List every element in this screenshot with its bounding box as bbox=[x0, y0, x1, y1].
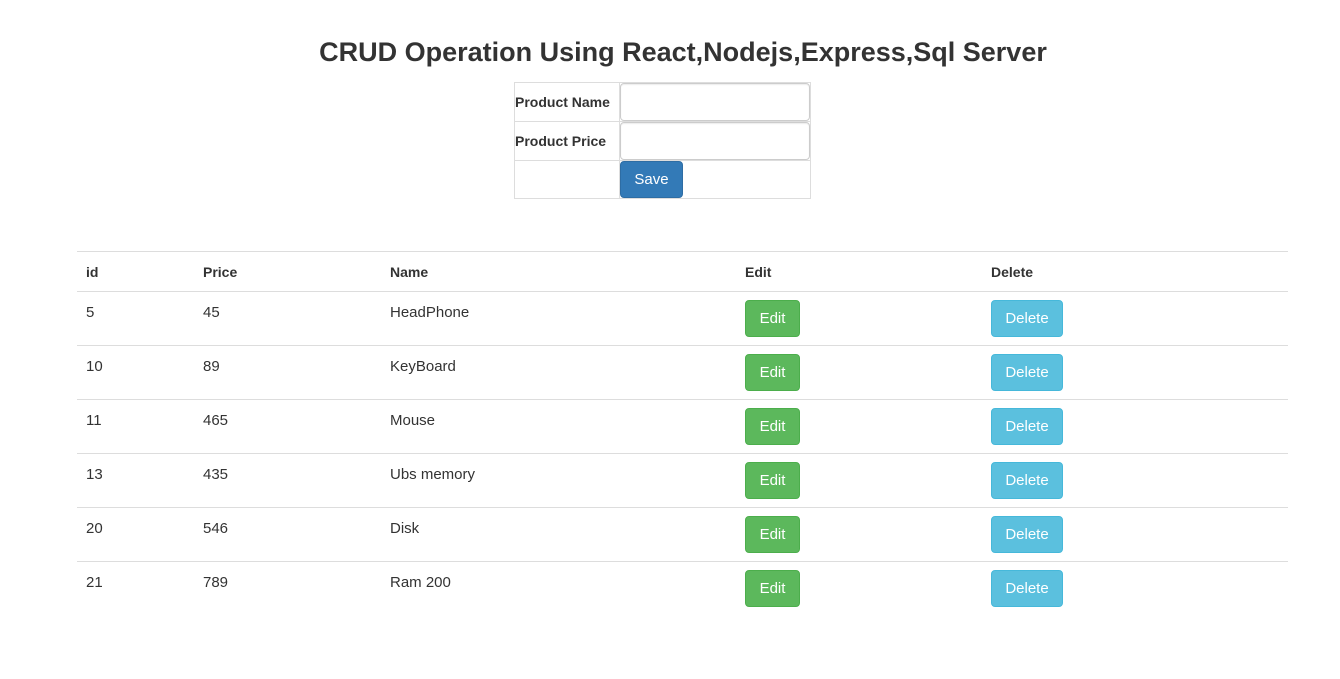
cell-price: 789 bbox=[203, 574, 229, 591]
cell-edit: Edit bbox=[736, 291, 982, 346]
table-row: 13 435 Ubs memory Edit Delete bbox=[77, 453, 1288, 508]
product-price-label: Product Price bbox=[514, 121, 620, 161]
cell-delete: Delete bbox=[982, 562, 1288, 616]
edit-button[interactable]: Edit bbox=[745, 408, 800, 445]
cell-id: 20 bbox=[77, 507, 194, 562]
cell-delete: Delete bbox=[982, 507, 1288, 562]
table-row: 11 465 Mouse Edit Delete bbox=[77, 399, 1288, 454]
table-row: 10 89 KeyBoard Edit Delete bbox=[77, 345, 1288, 400]
cell-id: 11 bbox=[77, 399, 194, 454]
cell-id: 10 bbox=[77, 345, 194, 400]
cell-delete: Delete bbox=[982, 345, 1288, 400]
cell-name: Ubs memory bbox=[381, 453, 736, 508]
cell-delete: Delete bbox=[982, 291, 1288, 346]
cell-price: 89 bbox=[194, 345, 381, 400]
product-name-row: Product Name bbox=[514, 82, 811, 122]
table-header-row: id Price Name Edit Delete bbox=[77, 251, 1288, 292]
edit-button[interactable]: Edit bbox=[745, 300, 800, 337]
column-header-id: id bbox=[77, 251, 194, 292]
cell-edit: Edit bbox=[736, 507, 982, 562]
delete-button[interactable]: Delete bbox=[991, 408, 1063, 445]
column-header-edit: Edit bbox=[736, 251, 982, 292]
cell-name: Mouse bbox=[381, 399, 736, 454]
page-title: CRUD Operation Using React,Nodejs,Expres… bbox=[319, 37, 1047, 67]
products-table: id Price Name Edit Delete 5 45 HeadPhone… bbox=[77, 251, 1288, 616]
page: CRUD Operation Using React,Nodejs,Expres… bbox=[0, 0, 1340, 679]
table-row: 20 546 Disk Edit Delete bbox=[77, 507, 1288, 562]
product-price-row: Product Price bbox=[514, 121, 811, 161]
column-header-price: Price bbox=[194, 251, 381, 292]
product-price-input[interactable] bbox=[620, 122, 810, 160]
product-name-label: Product Name bbox=[514, 82, 620, 122]
delete-button[interactable]: Delete bbox=[991, 300, 1063, 337]
cell-id: 21 bbox=[86, 574, 103, 591]
edit-button[interactable]: Edit bbox=[745, 570, 800, 607]
column-header-name: Name bbox=[381, 251, 736, 292]
table-row: 5 45 HeadPhone Edit Delete bbox=[77, 291, 1288, 346]
product-form: Product Name Product Price Save bbox=[514, 82, 811, 199]
edit-button[interactable]: Edit bbox=[745, 516, 800, 553]
cell-id: 13 bbox=[77, 453, 194, 508]
save-button[interactable]: Save bbox=[620, 161, 683, 198]
save-row: Save bbox=[514, 160, 811, 199]
edit-button[interactable]: Edit bbox=[745, 354, 800, 391]
save-cell: Save bbox=[619, 160, 811, 199]
cell-delete: Delete bbox=[982, 399, 1288, 454]
cell-price: 546 bbox=[194, 507, 381, 562]
table-row: 21 789 Ram 200 Edit Delete bbox=[77, 562, 1288, 616]
product-price-cell bbox=[619, 121, 811, 161]
edit-button[interactable]: Edit bbox=[745, 462, 800, 499]
delete-button[interactable]: Delete bbox=[991, 462, 1063, 499]
cell-id: 5 bbox=[77, 291, 194, 346]
delete-button[interactable]: Delete bbox=[991, 354, 1063, 391]
delete-button[interactable]: Delete bbox=[991, 516, 1063, 553]
cell-delete: Delete bbox=[982, 453, 1288, 508]
save-row-empty-cell bbox=[514, 160, 620, 199]
product-name-input[interactable] bbox=[620, 83, 810, 121]
cell-edit: Edit bbox=[736, 453, 982, 508]
cell-edit: Edit bbox=[736, 345, 982, 400]
cell-price: 45 bbox=[194, 291, 381, 346]
cell-name: Ram 200 bbox=[390, 574, 451, 591]
cell-name: HeadPhone bbox=[381, 291, 736, 346]
product-name-cell bbox=[619, 82, 811, 122]
cell-price: 435 bbox=[194, 453, 381, 508]
column-header-delete: Delete bbox=[982, 251, 1288, 292]
cell-edit: Edit bbox=[736, 562, 982, 616]
cell-price: 465 bbox=[194, 399, 381, 454]
cell-name: KeyBoard bbox=[381, 345, 736, 400]
cell-name: Disk bbox=[381, 507, 736, 562]
delete-button[interactable]: Delete bbox=[991, 570, 1063, 607]
cell-edit: Edit bbox=[736, 399, 982, 454]
